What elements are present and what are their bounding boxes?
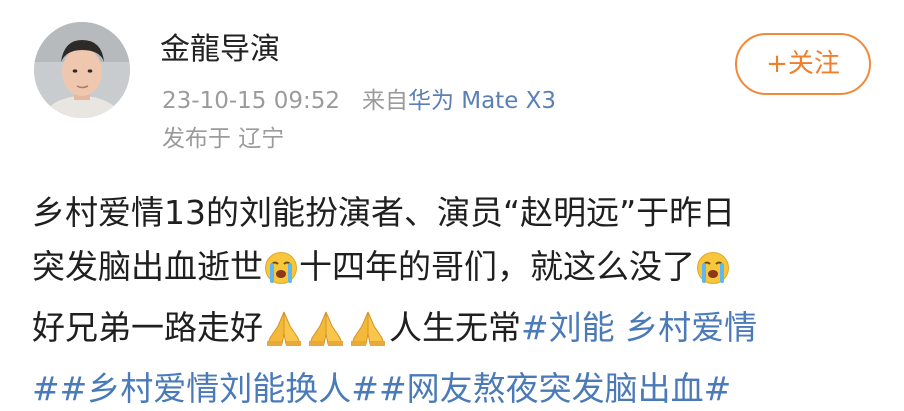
follow-button[interactable]: +关注 bbox=[735, 33, 871, 95]
content-line-3: 好兄弟一路走好 人生无常#刘能 乡村爱情 bbox=[32, 301, 882, 362]
weibo-post: 金龍导演 23-10-15 09:52 来自华为 Mate X3 发布于 辽宁 … bbox=[0, 0, 904, 411]
device-source[interactable]: 华为 Mate X3 bbox=[408, 88, 556, 114]
content-text: 突发脑出血逝世 bbox=[32, 247, 263, 286]
content-line-4: ##乡村爱情刘能换人##网友熬夜突发脑出血# bbox=[32, 362, 882, 411]
hashtag-link[interactable]: #网友熬夜突发脑出血# bbox=[379, 369, 731, 408]
crying-face-icon bbox=[264, 247, 298, 301]
post-content: 乡村爱情13的刘能扮演者、演员“赵明远”于昨日 突发脑出血逝世 十四年的哥们，就… bbox=[32, 186, 882, 411]
folded-hands-icon bbox=[348, 308, 388, 362]
folded-hands-icon bbox=[306, 308, 346, 362]
post-meta: 23-10-15 09:52 来自华为 Mate X3 bbox=[162, 86, 556, 116]
folded-hands-icon bbox=[264, 308, 304, 362]
content-text: 人生无常 bbox=[389, 308, 521, 347]
content-line-1: 乡村爱情13的刘能扮演者、演员“赵明远”于昨日 bbox=[32, 186, 882, 240]
content-text: 好兄弟一路走好 bbox=[32, 308, 263, 347]
timestamp: 23-10-15 09:52 bbox=[162, 88, 340, 114]
content-line-2: 突发脑出血逝世 十四年的哥们，就这么没了 bbox=[32, 240, 882, 301]
crying-face-icon bbox=[696, 247, 730, 301]
hashtag-link[interactable]: ##乡村爱情刘能换人# bbox=[32, 369, 379, 408]
source-prefix: 来自 bbox=[361, 88, 408, 114]
username[interactable]: 金龍导演 bbox=[160, 30, 280, 70]
content-text: 十四年的哥们，就这么没了 bbox=[299, 247, 695, 286]
avatar-image bbox=[34, 22, 130, 118]
hashtag-link[interactable]: #刘能 乡村爱情 bbox=[521, 308, 757, 347]
content-text: 乡村爱情13的刘能扮演者、演员“赵明远”于昨日 bbox=[32, 193, 736, 232]
post-location: 发布于 辽宁 bbox=[162, 126, 285, 152]
avatar[interactable] bbox=[34, 22, 130, 118]
